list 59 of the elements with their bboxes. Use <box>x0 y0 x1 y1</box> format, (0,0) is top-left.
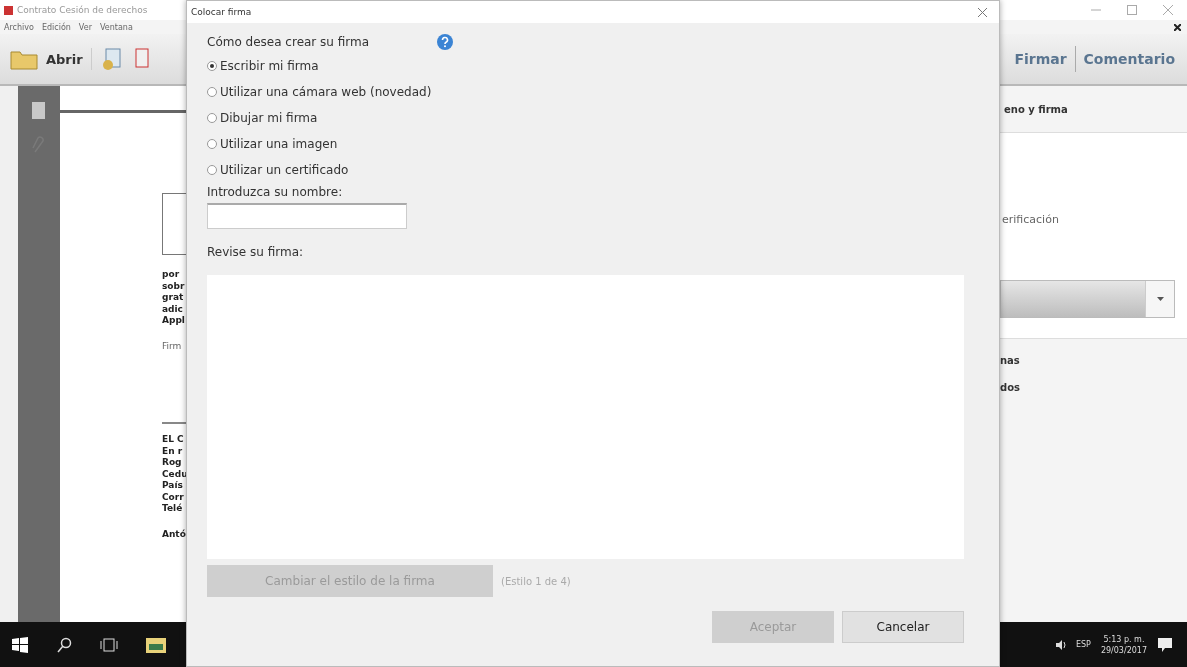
window-title: Contrato Cesión de derechos <box>17 5 148 15</box>
search-icon[interactable] <box>56 636 72 653</box>
help-icon[interactable] <box>437 34 454 50</box>
document-text: Firm <box>162 340 183 352</box>
radio-option[interactable]: Dibujar mi firma <box>207 105 318 131</box>
menu-item[interactable]: Ventana <box>99 22 133 32</box>
clock-time[interactable]: 5:13 p. m. <box>1103 634 1145 644</box>
dropdown[interactable] <box>1000 280 1175 318</box>
document-text: Antó <box>162 528 186 540</box>
document-text: por <box>162 269 181 281</box>
language-indicator[interactable]: ESP <box>1075 640 1091 649</box>
folder-icon[interactable] <box>146 636 166 653</box>
app-icon <box>4 5 13 15</box>
start-icon[interactable] <box>12 636 28 653</box>
document-text: EL C <box>162 434 185 446</box>
notification-icon[interactable] <box>1157 636 1173 653</box>
pane-header[interactable]: eno y firma <box>1000 86 1187 133</box>
radio-button[interactable] <box>207 165 217 175</box>
document-text: adic <box>162 303 184 315</box>
document-text: Rog <box>162 457 183 469</box>
radio-option[interactable]: Utilizar un certificado <box>207 157 349 183</box>
document-text: Corr <box>162 491 185 503</box>
task-view-icon[interactable] <box>100 637 118 652</box>
radio-option[interactable]: Utilizar una cámara web (novedad) <box>207 79 432 105</box>
preview-label: Revise su firma: <box>207 245 305 259</box>
dialog-button[interactable]: Cancelar <box>842 611 964 643</box>
close-icon[interactable] <box>1174 23 1181 31</box>
radio-button[interactable] <box>207 139 217 149</box>
radio-option[interactable]: Utilizar una imagen <box>207 131 338 157</box>
folder-icon <box>10 48 38 70</box>
radio-option[interactable]: Escribir mi firma <box>207 53 319 79</box>
name-label: Introduzca su nombre: <box>207 185 344 199</box>
name-field[interactable] <box>207 203 407 229</box>
pages-icon[interactable] <box>31 100 47 120</box>
caret-icon <box>1156 297 1164 301</box>
menu-item[interactable]: Ver <box>78 22 92 32</box>
document-text: País <box>162 480 184 492</box>
style-counter: (Estilo 1 de 4) <box>501 575 571 587</box>
radio-button[interactable] <box>207 87 217 97</box>
document-text: sobr <box>162 280 186 292</box>
question-label: Cómo desea crear su firma <box>207 35 370 49</box>
document-text: Appl <box>162 315 186 327</box>
maximize-icon[interactable] <box>1127 5 1137 15</box>
menu-item[interactable]: Archivo <box>4 22 34 32</box>
document-text: grat <box>162 292 185 304</box>
dialog-title: Colocar firma <box>191 7 252 17</box>
pane-item[interactable]: erificación <box>1000 213 1187 226</box>
toolbar-tab[interactable]: Firmar <box>1012 47 1069 71</box>
pane-item[interactable]: nas <box>1000 355 1187 366</box>
document-text: Telé <box>162 503 184 515</box>
toolbar-tab[interactable]: Comentario <box>1081 47 1177 71</box>
menu-item[interactable]: Edición <box>41 22 71 32</box>
radio-button[interactable] <box>207 113 217 123</box>
radio-button[interactable] <box>207 61 217 71</box>
clock-date[interactable]: 29/03/2017 <box>1100 645 1147 655</box>
speaker-icon[interactable] <box>1055 639 1066 650</box>
pane-item[interactable]: dos <box>1000 382 1187 393</box>
document-text: En r <box>162 445 184 457</box>
open-button[interactable]: Abrir <box>10 48 92 70</box>
